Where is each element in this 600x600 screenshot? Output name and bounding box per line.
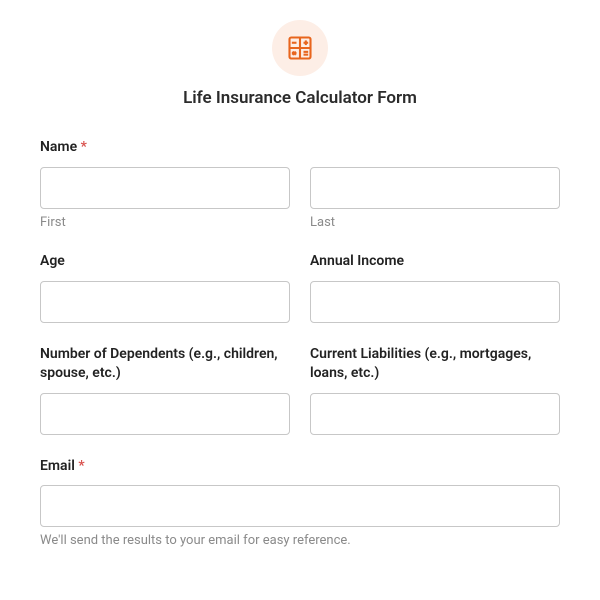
liabilities-field: Current Liabilities (e.g., mortgages, lo… [310, 345, 560, 435]
dependents-label: Number of Dependents (e.g., children, sp… [40, 345, 290, 383]
age-label: Age [40, 252, 290, 271]
income-label: Annual Income [310, 252, 560, 271]
required-mark: * [78, 458, 84, 474]
liabilities-input[interactable] [310, 393, 560, 435]
income-input[interactable] [310, 281, 560, 323]
last-name-input[interactable] [310, 167, 560, 209]
form-header: Life Insurance Calculator Form [40, 20, 560, 108]
last-name-sublabel: Last [310, 215, 560, 230]
age-input[interactable] [40, 281, 290, 323]
required-mark: * [81, 139, 87, 155]
email-label: Email * [40, 457, 560, 476]
first-name-input[interactable] [40, 167, 290, 209]
email-field: Email * We'll send the results to your e… [40, 457, 560, 549]
first-name-sublabel: First [40, 215, 290, 230]
dependents-field: Number of Dependents (e.g., children, sp… [40, 345, 290, 435]
email-help: We'll send the results to your email for… [40, 533, 560, 548]
name-label-text: Name [40, 139, 77, 155]
calculator-icon [272, 20, 328, 76]
form-title: Life Insurance Calculator Form [40, 88, 560, 108]
income-field: Annual Income [310, 252, 560, 323]
name-field-group: Name * First Last [40, 138, 560, 230]
liabilities-label: Current Liabilities (e.g., mortgages, lo… [310, 345, 560, 383]
dependents-input[interactable] [40, 393, 290, 435]
email-label-text: Email [40, 458, 75, 474]
age-field: Age [40, 252, 290, 323]
email-input[interactable] [40, 485, 560, 527]
name-label: Name * [40, 138, 560, 157]
